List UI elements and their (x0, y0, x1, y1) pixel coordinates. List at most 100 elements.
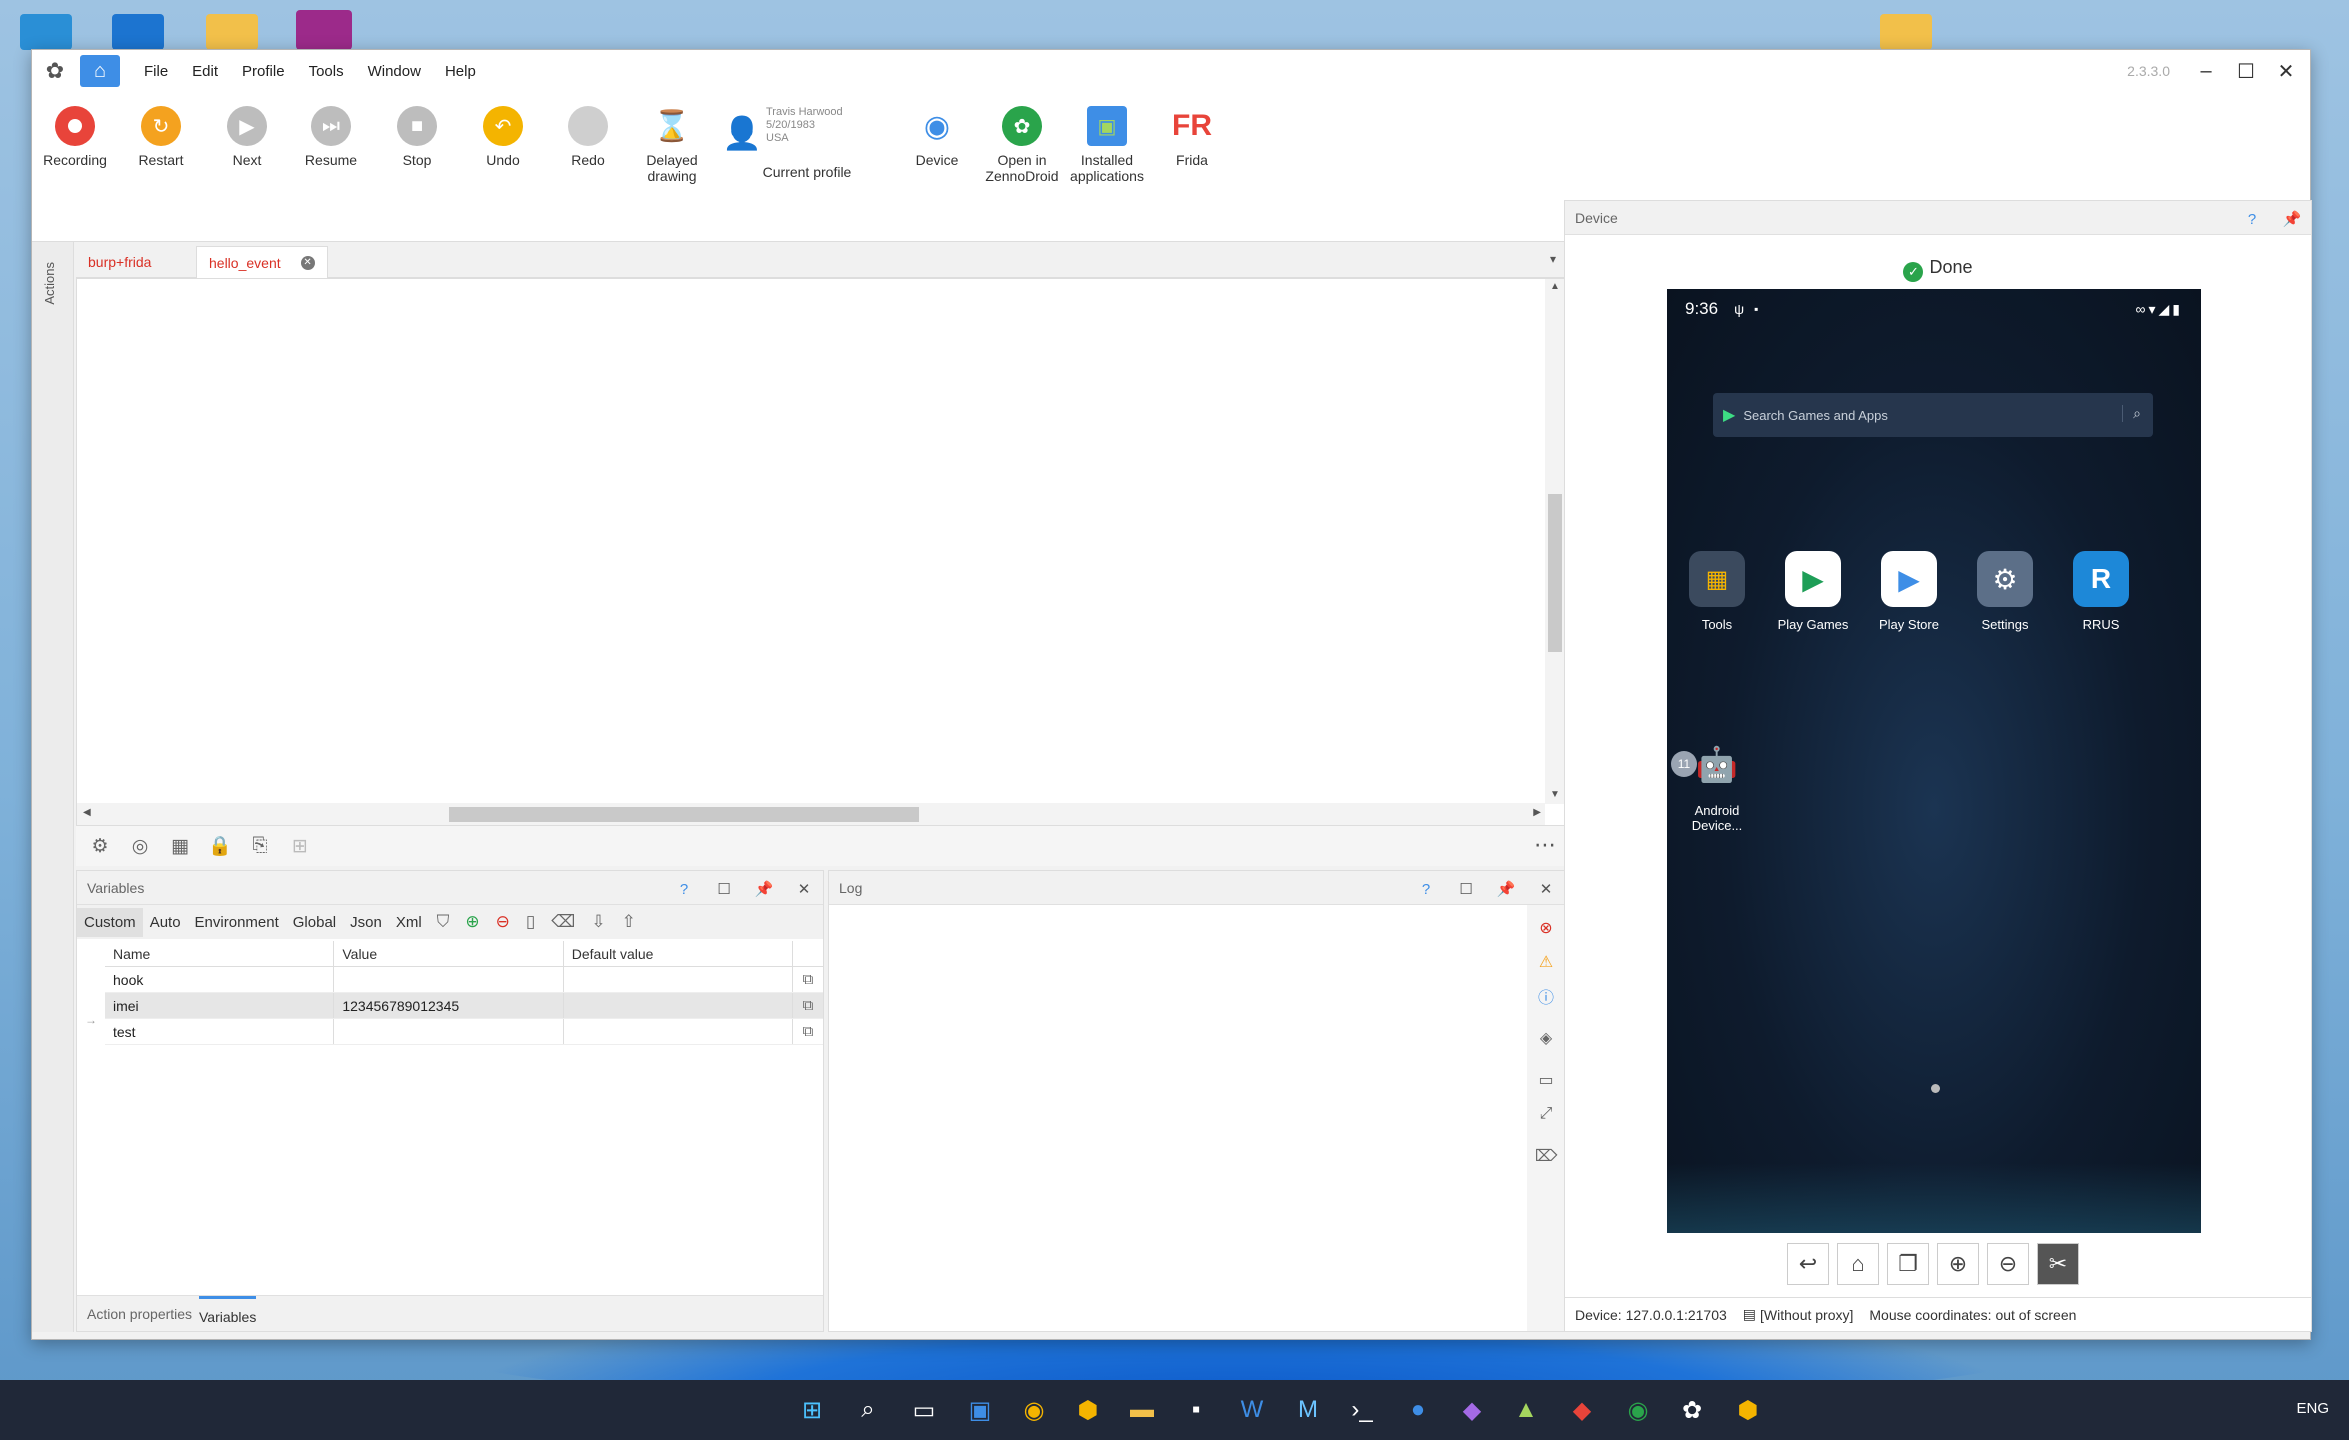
zoom-out-icon[interactable]: ⊖ (1987, 1243, 2029, 1285)
help-icon[interactable]: ? (2241, 208, 2263, 230)
desktop-icon-1[interactable] (20, 14, 72, 50)
zoom-in-icon[interactable]: ⊕ (1937, 1243, 1979, 1285)
zenno-taskbar-icon[interactable]: ✿ (1674, 1392, 1710, 1428)
float-icon[interactable]: ☐ (1455, 878, 1477, 900)
app-settings[interactable]: ⚙ Settings (1965, 551, 2045, 632)
add-box-icon[interactable]: ⊞ (288, 834, 312, 858)
tab-hello-event[interactable]: hello_event ✕ (196, 246, 328, 278)
back-icon[interactable]: ↩ (1787, 1243, 1829, 1285)
tabs-dropdown-icon[interactable]: ▾ (1550, 252, 1556, 266)
warning-icon[interactable]: ⚠ (1535, 951, 1557, 973)
stop-button[interactable]: ■ Stop (374, 106, 460, 168)
float-icon[interactable]: ☐ (713, 878, 735, 900)
table-row[interactable]: test ⧉ (105, 1019, 823, 1045)
recording-button[interactable]: Recording (32, 106, 118, 168)
columns-icon[interactable]: ▯ (518, 912, 543, 932)
chrome-icon[interactable]: ◉ (1016, 1392, 1052, 1428)
tab-burp-frida[interactable]: burp+frida (76, 246, 163, 278)
chrome-2-icon[interactable]: ◉ (1620, 1392, 1656, 1428)
tab-global[interactable]: Global (286, 908, 343, 937)
app-tools[interactable]: ▦ Tools (1677, 551, 1757, 632)
pin-icon[interactable]: 📌 (2281, 208, 2303, 230)
actions-sidebar[interactable]: Actions (32, 242, 74, 1332)
menu-file[interactable]: File (132, 63, 180, 80)
visual-studio-icon[interactable]: ◆ (1454, 1392, 1490, 1428)
home-button[interactable]: ⌂ (80, 55, 120, 87)
menu-profile[interactable]: Profile (230, 63, 297, 80)
tab-action-properties[interactable]: Action properties (87, 1306, 192, 1322)
settings-icon[interactable]: ⚙ (88, 834, 112, 858)
desktop-icon-winrar[interactable] (296, 10, 352, 50)
grid-icon[interactable]: ▦ (168, 834, 192, 858)
tab-auto[interactable]: Auto (143, 908, 188, 937)
tab-xml[interactable]: Xml (389, 908, 429, 937)
app-icon[interactable]: ⬢ (1070, 1392, 1106, 1428)
copy-icon[interactable]: ⧉ (793, 1023, 823, 1040)
desktop-icon-folder[interactable] (206, 14, 258, 50)
eraser-icon[interactable]: ⌫ (543, 912, 583, 932)
page-icon[interactable]: ▭ (1535, 1069, 1557, 1091)
remove-variable-icon[interactable]: ⊖ (488, 912, 518, 932)
tag-icon[interactable]: ◈ (1535, 1027, 1557, 1049)
play-search-bar[interactable]: ▶ Search Games and Apps ⌕ (1713, 393, 2153, 437)
undo-button[interactable]: ↶ Undo (460, 106, 546, 168)
menu-tools[interactable]: Tools (297, 63, 356, 80)
app-play-store[interactable]: ▶ Play Store (1869, 551, 1949, 632)
restart-button[interactable]: ↻ Restart (118, 106, 204, 168)
tab-close-icon[interactable]: ✕ (300, 255, 315, 270)
app-play-games[interactable]: ▶ Play Games (1773, 551, 1853, 632)
save-app-icon[interactable]: ▣ (962, 1392, 998, 1428)
info-icon[interactable]: ⓘ (1535, 985, 1557, 1007)
app-m-icon[interactable]: M (1290, 1392, 1326, 1428)
tools-icon[interactable]: ✂ (2037, 1243, 2079, 1285)
start-icon[interactable]: ⊞ (794, 1392, 830, 1428)
frida-button[interactable]: FR Frida (1149, 106, 1235, 168)
android-studio-icon[interactable]: ▲ (1508, 1392, 1544, 1428)
app-poster-icon[interactable]: ⬢ (1730, 1392, 1766, 1428)
close-button[interactable]: ✕ (2268, 56, 2304, 86)
anydesk-icon[interactable]: ◆ (1564, 1392, 1600, 1428)
export-icon[interactable]: ⎘ (248, 834, 272, 858)
open-zennodroid-button[interactable]: ✿ Open in ZennoDroid (979, 106, 1065, 184)
minimize-button[interactable]: – (2188, 56, 2224, 86)
pin-icon[interactable]: 📌 (753, 878, 775, 900)
project-canvas[interactable]: ▲ ▼ ◀ ▶ (76, 278, 1566, 826)
copy-icon[interactable]: ⧉ (793, 997, 823, 1014)
menu-edit[interactable]: Edit (180, 63, 230, 80)
table-row[interactable]: hook ⧉ (105, 967, 823, 993)
maximize-button[interactable]: ☐ (2228, 56, 2264, 86)
task-view-icon[interactable]: ▭ (906, 1392, 942, 1428)
canvas-horizontal-scrollbar[interactable]: ◀ ▶ (77, 803, 1545, 825)
installed-applications-button[interactable]: ▣ Installed applications (1064, 106, 1150, 184)
search-icon[interactable]: ⌕ (850, 1392, 886, 1428)
copy-icon[interactable]: ⧉ (793, 971, 823, 988)
delayed-drawing-button[interactable]: ⌛ Delayed drawing (629, 106, 715, 185)
help-icon[interactable]: ? (1415, 878, 1437, 900)
word-icon[interactable]: W (1234, 1392, 1270, 1428)
file-explorer-icon[interactable]: ▬ (1124, 1392, 1160, 1428)
cmd-icon[interactable]: ›_ (1344, 1392, 1380, 1428)
canvas-vertical-scrollbar[interactable]: ▲ ▼ (1545, 279, 1565, 804)
tab-variables[interactable]: Variables (199, 1296, 257, 1325)
terminal-icon[interactable]: ▪ (1178, 1392, 1214, 1428)
more-icon[interactable]: ⋯ (1534, 832, 1556, 858)
help-icon[interactable]: ? (673, 878, 695, 900)
close-panel-icon[interactable]: ✕ (793, 878, 815, 900)
resume-button[interactable]: ⏭ Resume (288, 106, 374, 168)
proxy-status[interactable]: [Without proxy] (1760, 1307, 1853, 1323)
maps-icon[interactable]: ● (1400, 1392, 1436, 1428)
error-icon[interactable]: ⊗ (1535, 917, 1557, 939)
home-nav-icon[interactable]: ⌂ (1837, 1243, 1879, 1285)
add-variable-icon[interactable]: ⊕ (457, 912, 487, 932)
tab-custom[interactable]: Custom (77, 907, 143, 937)
user-icon[interactable]: ◎ (128, 834, 152, 858)
tab-json[interactable]: Json (343, 908, 389, 937)
menu-help[interactable]: Help (433, 63, 488, 80)
expand-icon[interactable]: ⤢ (1535, 1103, 1557, 1125)
app-rrus[interactable]: R RRUS (2061, 551, 2141, 632)
lock-icon[interactable]: 🔒 (208, 834, 232, 858)
desktop-icon-folder-right[interactable] (1880, 14, 1932, 50)
move-up-icon[interactable]: ⇧ (614, 912, 644, 932)
pin-icon[interactable]: 📌 (1495, 878, 1517, 900)
next-button[interactable]: ▶ Next (204, 106, 290, 168)
